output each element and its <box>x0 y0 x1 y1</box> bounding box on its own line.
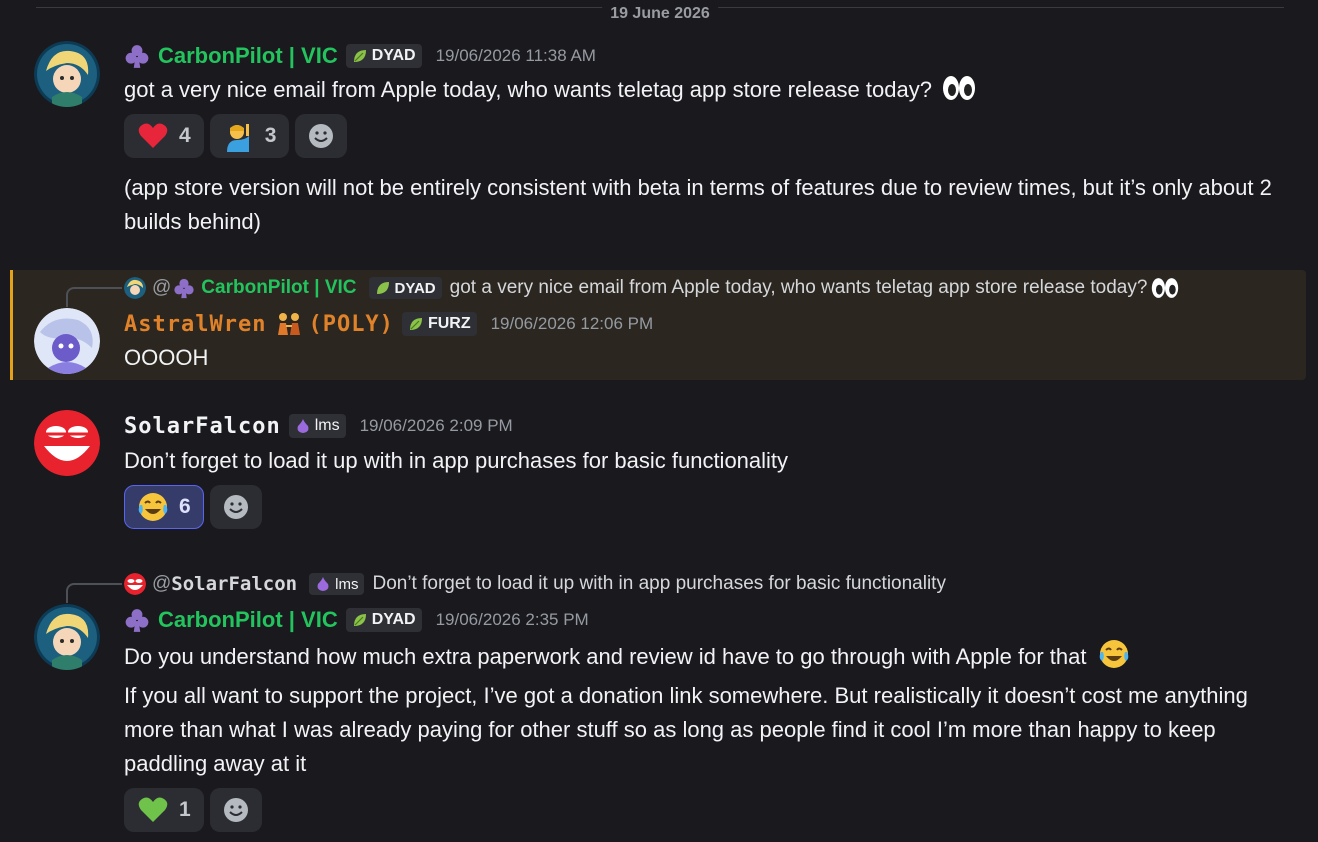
onion-icon <box>297 419 309 433</box>
club-suit-icon <box>125 609 149 632</box>
message-header: SolarFalcon lms 19/06/2026 2:09 PM <box>124 411 513 441</box>
reply-spine <box>66 583 122 603</box>
reaction-red-heart[interactable]: 4 <box>124 114 204 158</box>
leaf-icon <box>409 318 422 330</box>
message-content: Do you understand how much extra paperwo… <box>124 638 1278 674</box>
club-suit-icon <box>174 278 194 299</box>
timestamp[interactable]: 19/06/2026 2:35 PM <box>436 610 589 630</box>
reply-spine <box>66 287 122 307</box>
username[interactable]: CarbonPilot | VIC <box>158 607 338 633</box>
leaf-icon <box>353 614 366 626</box>
avatar[interactable] <box>34 308 100 374</box>
people-holding-hands-icon <box>278 313 301 335</box>
avatar[interactable] <box>34 410 100 476</box>
username[interactable]: CarbonPilot | VIC <box>158 43 338 69</box>
message-content: OOOOH <box>124 345 209 370</box>
server-tag[interactable]: lms <box>288 414 346 438</box>
face-with-tears-of-joy-icon <box>138 493 168 521</box>
red-heart-icon <box>138 123 168 148</box>
add-reaction-button[interactable] <box>295 114 348 158</box>
reply-preview[interactable]: @ CarbonPilot | VIC DYAD got a very nice… <box>124 275 1179 301</box>
reply-text: Don’t forget to load it up with in app p… <box>372 573 946 594</box>
reactions: 1 <box>124 788 262 832</box>
reply-avatar <box>124 573 146 595</box>
message-header: AstralWren (POLY) FURZ 19/06/2026 12:06 … <box>124 309 653 339</box>
face-with-tears-of-joy-icon <box>1099 640 1128 668</box>
add-reaction-button[interactable] <box>209 485 262 529</box>
avatar[interactable] <box>34 41 100 107</box>
server-tag[interactable]: DYAD <box>345 44 422 68</box>
username[interactable]: AstralWren <box>124 312 266 337</box>
timestamp[interactable]: 19/06/2026 2:09 PM <box>360 416 513 436</box>
message-content-2: If you all want to support the project, … <box>124 683 1248 776</box>
message-content: got a very nice email from Apple today, … <box>124 73 1278 107</box>
reaction-person-raising-hand[interactable]: 3 <box>209 114 290 158</box>
onion-icon <box>317 577 329 591</box>
username-suffix: (POLY) <box>308 311 394 337</box>
leaf-icon <box>376 282 389 294</box>
add-reaction-button[interactable] <box>209 788 262 832</box>
eyes-emoji-icon <box>943 76 976 100</box>
reply-text: got a very nice email from Apple today, … <box>449 277 1148 298</box>
reaction-green-heart[interactable]: 1 <box>124 788 204 832</box>
leaf-icon <box>353 50 366 62</box>
reply-preview[interactable]: @ SolarFalcon lms Don’t forget to load i… <box>124 571 946 597</box>
smiley-icon <box>309 124 334 148</box>
timestamp[interactable]: 19/06/2026 12:06 PM <box>491 314 654 334</box>
club-suit-icon <box>125 45 149 68</box>
eyes-emoji-icon <box>1152 278 1179 298</box>
message-header: CarbonPilot | VIC DYAD 19/06/2026 11:38 … <box>124 41 596 71</box>
server-tag[interactable]: FURZ <box>401 312 477 336</box>
reply-server-tag: DYAD <box>368 277 442 299</box>
reply-username: SolarFalcon <box>171 573 298 595</box>
message-followup: (app store version will not be entirely … <box>124 175 1272 234</box>
reply-avatar <box>124 277 146 299</box>
timestamp[interactable]: 19/06/2026 11:38 AM <box>436 46 596 66</box>
server-tag[interactable]: DYAD <box>345 608 422 632</box>
message-content: Don’t forget to load it up with in app p… <box>124 448 789 473</box>
green-heart-icon <box>138 797 168 822</box>
person-raising-hand-icon <box>226 124 249 152</box>
reply-username: CarbonPilot | VIC <box>201 277 357 298</box>
date-divider-label: 19 June 2026 <box>602 6 718 22</box>
reactions: 4 3 <box>124 114 348 158</box>
smiley-icon <box>223 798 248 822</box>
reply-server-tag: lms <box>309 573 365 595</box>
smiley-icon <box>223 495 248 519</box>
reactions: 6 <box>124 485 262 529</box>
message-header: CarbonPilot | VIC DYAD 19/06/2026 2:35 P… <box>124 605 589 635</box>
reaction-tears-of-joy[interactable]: 6 <box>124 485 204 529</box>
avatar[interactable] <box>34 604 100 670</box>
username[interactable]: SolarFalcon <box>124 414 281 439</box>
date-divider: 19 June 2026 <box>36 6 1284 22</box>
